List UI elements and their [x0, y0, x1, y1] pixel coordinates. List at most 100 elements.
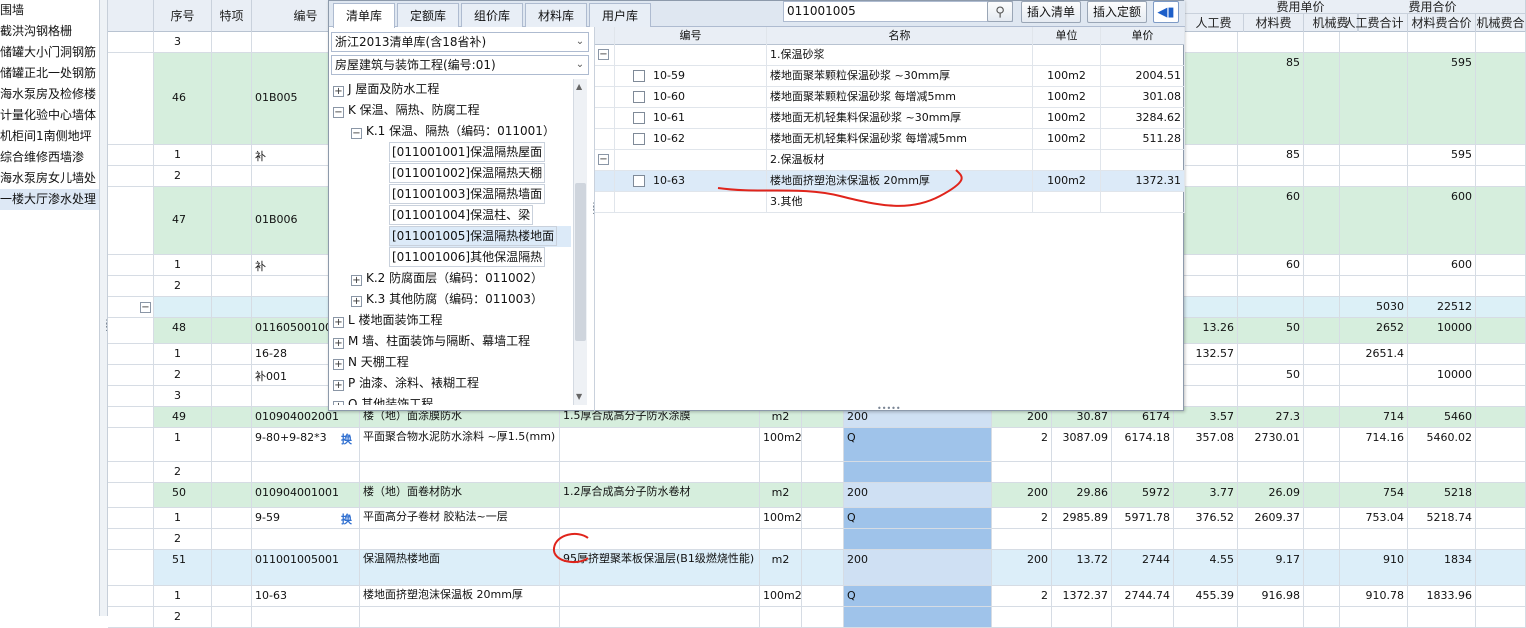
- scroll-up-icon[interactable]: ▲: [576, 82, 582, 91]
- table-row[interactable]: 1 10-63 楼地面挤塑泡沫保温板 20mm厚 100m2 Q 2 1372.37 2744…: [108, 586, 1526, 607]
- project-tree-item[interactable]: 海水泵房女儿墙处: [0, 168, 99, 189]
- collapse-toggle[interactable]: −: [333, 107, 344, 118]
- row-quantity-expression[interactable]: [844, 529, 992, 549]
- row-quantity-expression[interactable]: [844, 607, 992, 627]
- panel-splitter[interactable]: ⋮ ⋮: [100, 0, 111, 616]
- col-name[interactable]: 名称: [767, 27, 1033, 45]
- project-tree-item[interactable]: 截洪沟钢格栅: [0, 21, 99, 42]
- row-feature[interactable]: [560, 508, 760, 528]
- expand-toggle[interactable]: +: [333, 401, 344, 405]
- quota-group-row[interactable]: − 2.保温板材: [595, 150, 1185, 171]
- col-unit[interactable]: 单位: [1033, 27, 1101, 45]
- row-feature[interactable]: 95厚挤塑聚苯板保温层(B1级燃烧性能): [560, 550, 760, 585]
- col-price[interactable]: 单价: [1101, 27, 1185, 45]
- row-name[interactable]: 平面聚合物水泥防水涂料 ~厚1.5(mm): [360, 428, 560, 461]
- tree-node[interactable]: [011001005]保温隔热楼地面: [389, 226, 571, 247]
- category-select[interactable]: 房屋建筑与装饰工程(编号:01) ⌄: [331, 55, 589, 75]
- row-code[interactable]: [252, 529, 360, 549]
- expand-toggle[interactable]: +: [333, 380, 344, 391]
- collapse-toggle[interactable]: −: [351, 128, 362, 139]
- expand-toggle[interactable]: +: [333, 338, 344, 349]
- row-name[interactable]: 楼（地）面卷材防水: [360, 483, 560, 507]
- project-tree-item[interactable]: 综合维修西墙渗: [0, 147, 99, 168]
- project-tree-item[interactable]: 储罐大小门洞钢筋: [0, 42, 99, 63]
- row-feature[interactable]: 1.2厚合成高分子防水卷材: [560, 483, 760, 507]
- row-name[interactable]: 保温隔热楼地面: [360, 550, 560, 585]
- tree-node[interactable]: [011001003]保温隔热墙面: [389, 184, 571, 205]
- header-labor-total[interactable]: 人工费合计: [1340, 14, 1408, 32]
- tree-node[interactable]: + K.2 防腐面层（编码：011002）: [351, 268, 571, 289]
- tree-node[interactable]: [011001006]其他保温隔热: [389, 247, 571, 268]
- search-button[interactable]: ⚲: [987, 1, 1013, 22]
- row-code[interactable]: [252, 607, 360, 627]
- tab-pricing-library[interactable]: 组价库: [461, 3, 523, 27]
- row-name[interactable]: 楼地面挤塑泡沫保温板 20mm厚: [360, 586, 560, 606]
- expand-toggle[interactable]: +: [351, 296, 362, 307]
- row-feature[interactable]: [560, 607, 760, 627]
- row-quantity-expression[interactable]: Q: [844, 508, 992, 528]
- row-checkbox[interactable]: [633, 133, 645, 145]
- row-quantity-expression[interactable]: 200: [844, 483, 992, 507]
- row-code[interactable]: 10-63: [252, 586, 360, 606]
- expand-toggle[interactable]: +: [333, 359, 344, 370]
- tree-node[interactable]: [011001004]保温柱、梁: [389, 205, 571, 226]
- row-code[interactable]: 011001005001: [252, 550, 360, 585]
- collapse-toggle[interactable]: −: [140, 302, 151, 313]
- tree-node[interactable]: + M 墙、柱面装饰与隔断、幕墙工程: [333, 331, 571, 352]
- row-name[interactable]: 平面高分子卷材 胶粘法~一层: [360, 508, 560, 528]
- collapse-toggle[interactable]: −: [598, 49, 609, 60]
- header-labor[interactable]: 人工费: [1184, 14, 1244, 32]
- tree-node[interactable]: + Q 其他装饰工程: [333, 394, 571, 405]
- table-row[interactable]: 2: [108, 607, 1526, 628]
- row-code[interactable]: [252, 462, 360, 482]
- insert-quota-button[interactable]: 插入定额: [1087, 1, 1147, 23]
- quota-row[interactable]: 10-60 楼地面聚苯颗粒保温砂浆 每增减5mm 100m2 301.08: [595, 87, 1185, 108]
- resize-grip[interactable]: •••••: [877, 404, 901, 413]
- tree-node[interactable]: [011001002]保温隔热天棚: [389, 163, 571, 184]
- row-quantity-expression[interactable]: Q: [844, 586, 992, 606]
- tree-node[interactable]: − K 保温、隔热、防腐工程: [333, 100, 571, 121]
- tab-material-library[interactable]: 材料库: [525, 3, 587, 27]
- tab-quota-library[interactable]: 定额库: [397, 3, 459, 27]
- header-material-total[interactable]: 材料费合价: [1408, 14, 1476, 32]
- header-seq[interactable]: 序号: [154, 0, 212, 32]
- header-material[interactable]: 材料费: [1244, 14, 1304, 32]
- header-special[interactable]: 特项: [212, 0, 252, 32]
- quota-row[interactable]: 10-61 楼地面无机轻集料保温砂浆 ~30mm厚 100m2 3284.62: [595, 108, 1185, 129]
- row-quantity-expression[interactable]: [844, 462, 992, 482]
- project-tree-item[interactable]: 海水泵房及检修楼: [0, 84, 99, 105]
- quota-group-row[interactable]: − 1.保温砂浆: [595, 45, 1185, 66]
- tree-node[interactable]: [011001001]保温隔热屋面: [389, 142, 571, 163]
- row-feature[interactable]: [560, 428, 760, 461]
- table-row[interactable]: 51 011001005001 保温隔热楼地面 95厚挤塑聚苯板保温层(B1级燃烧性能…: [108, 550, 1526, 586]
- tab-user-library[interactable]: 用户库: [589, 3, 651, 27]
- tree-node[interactable]: + N 天棚工程: [333, 352, 571, 373]
- project-tree-item[interactable]: 一楼大厅渗水处理: [0, 189, 99, 210]
- row-code[interactable]: 010904001001: [252, 483, 360, 507]
- expand-toggle[interactable]: +: [333, 86, 344, 97]
- tree-node[interactable]: + K.3 其他防腐（编码：011003）: [351, 289, 571, 310]
- project-tree-item[interactable]: 围墙: [0, 0, 99, 21]
- tree-node[interactable]: + P 油漆、涂料、裱糊工程: [333, 373, 571, 394]
- table-row[interactable]: 1 9-80+9-82*3 平面聚合物水泥防水涂料 ~厚1.5(mm) 换 100m2 Q…: [108, 428, 1526, 462]
- expand-toggle[interactable]: +: [351, 275, 362, 286]
- table-row[interactable]: 50 010904001001 楼（地）面卷材防水 1.2厚合成高分子防水卷材 m2 20…: [108, 483, 1526, 508]
- library-select[interactable]: 浙江2013清单库(含18省补) ⌄: [331, 32, 589, 52]
- dock-pin-button[interactable]: ◀▮: [1153, 1, 1179, 23]
- tree-node[interactable]: − K.1 保温、隔热（编码：011001）: [351, 121, 571, 142]
- tree-scrollbar[interactable]: ▲ ▼: [573, 79, 587, 405]
- row-checkbox[interactable]: [633, 175, 645, 187]
- collapse-toggle[interactable]: −: [598, 154, 609, 165]
- row-checkbox[interactable]: [633, 70, 645, 82]
- tree-node[interactable]: + J 屋面及防水工程: [333, 79, 571, 100]
- table-row[interactable]: 1 9-59 平面高分子卷材 胶粘法~一层换 100m2 Q 2 2985.89 5971.7…: [108, 508, 1526, 529]
- search-input[interactable]: 011001005: [783, 1, 1013, 22]
- quota-group-row[interactable]: 3.其他: [595, 192, 1185, 213]
- scroll-down-icon[interactable]: ▼: [576, 392, 582, 401]
- quota-row[interactable]: 10-62 楼地面无机轻集料保温砂浆 每增减5mm 100m2 511.28: [595, 129, 1185, 150]
- row-feature[interactable]: [560, 529, 760, 549]
- project-tree-item[interactable]: 储罐正北一处钢筋: [0, 63, 99, 84]
- project-tree-item[interactable]: 机柜间1南侧地坪: [0, 126, 99, 147]
- row-name[interactable]: [360, 607, 560, 627]
- row-checkbox[interactable]: [633, 91, 645, 103]
